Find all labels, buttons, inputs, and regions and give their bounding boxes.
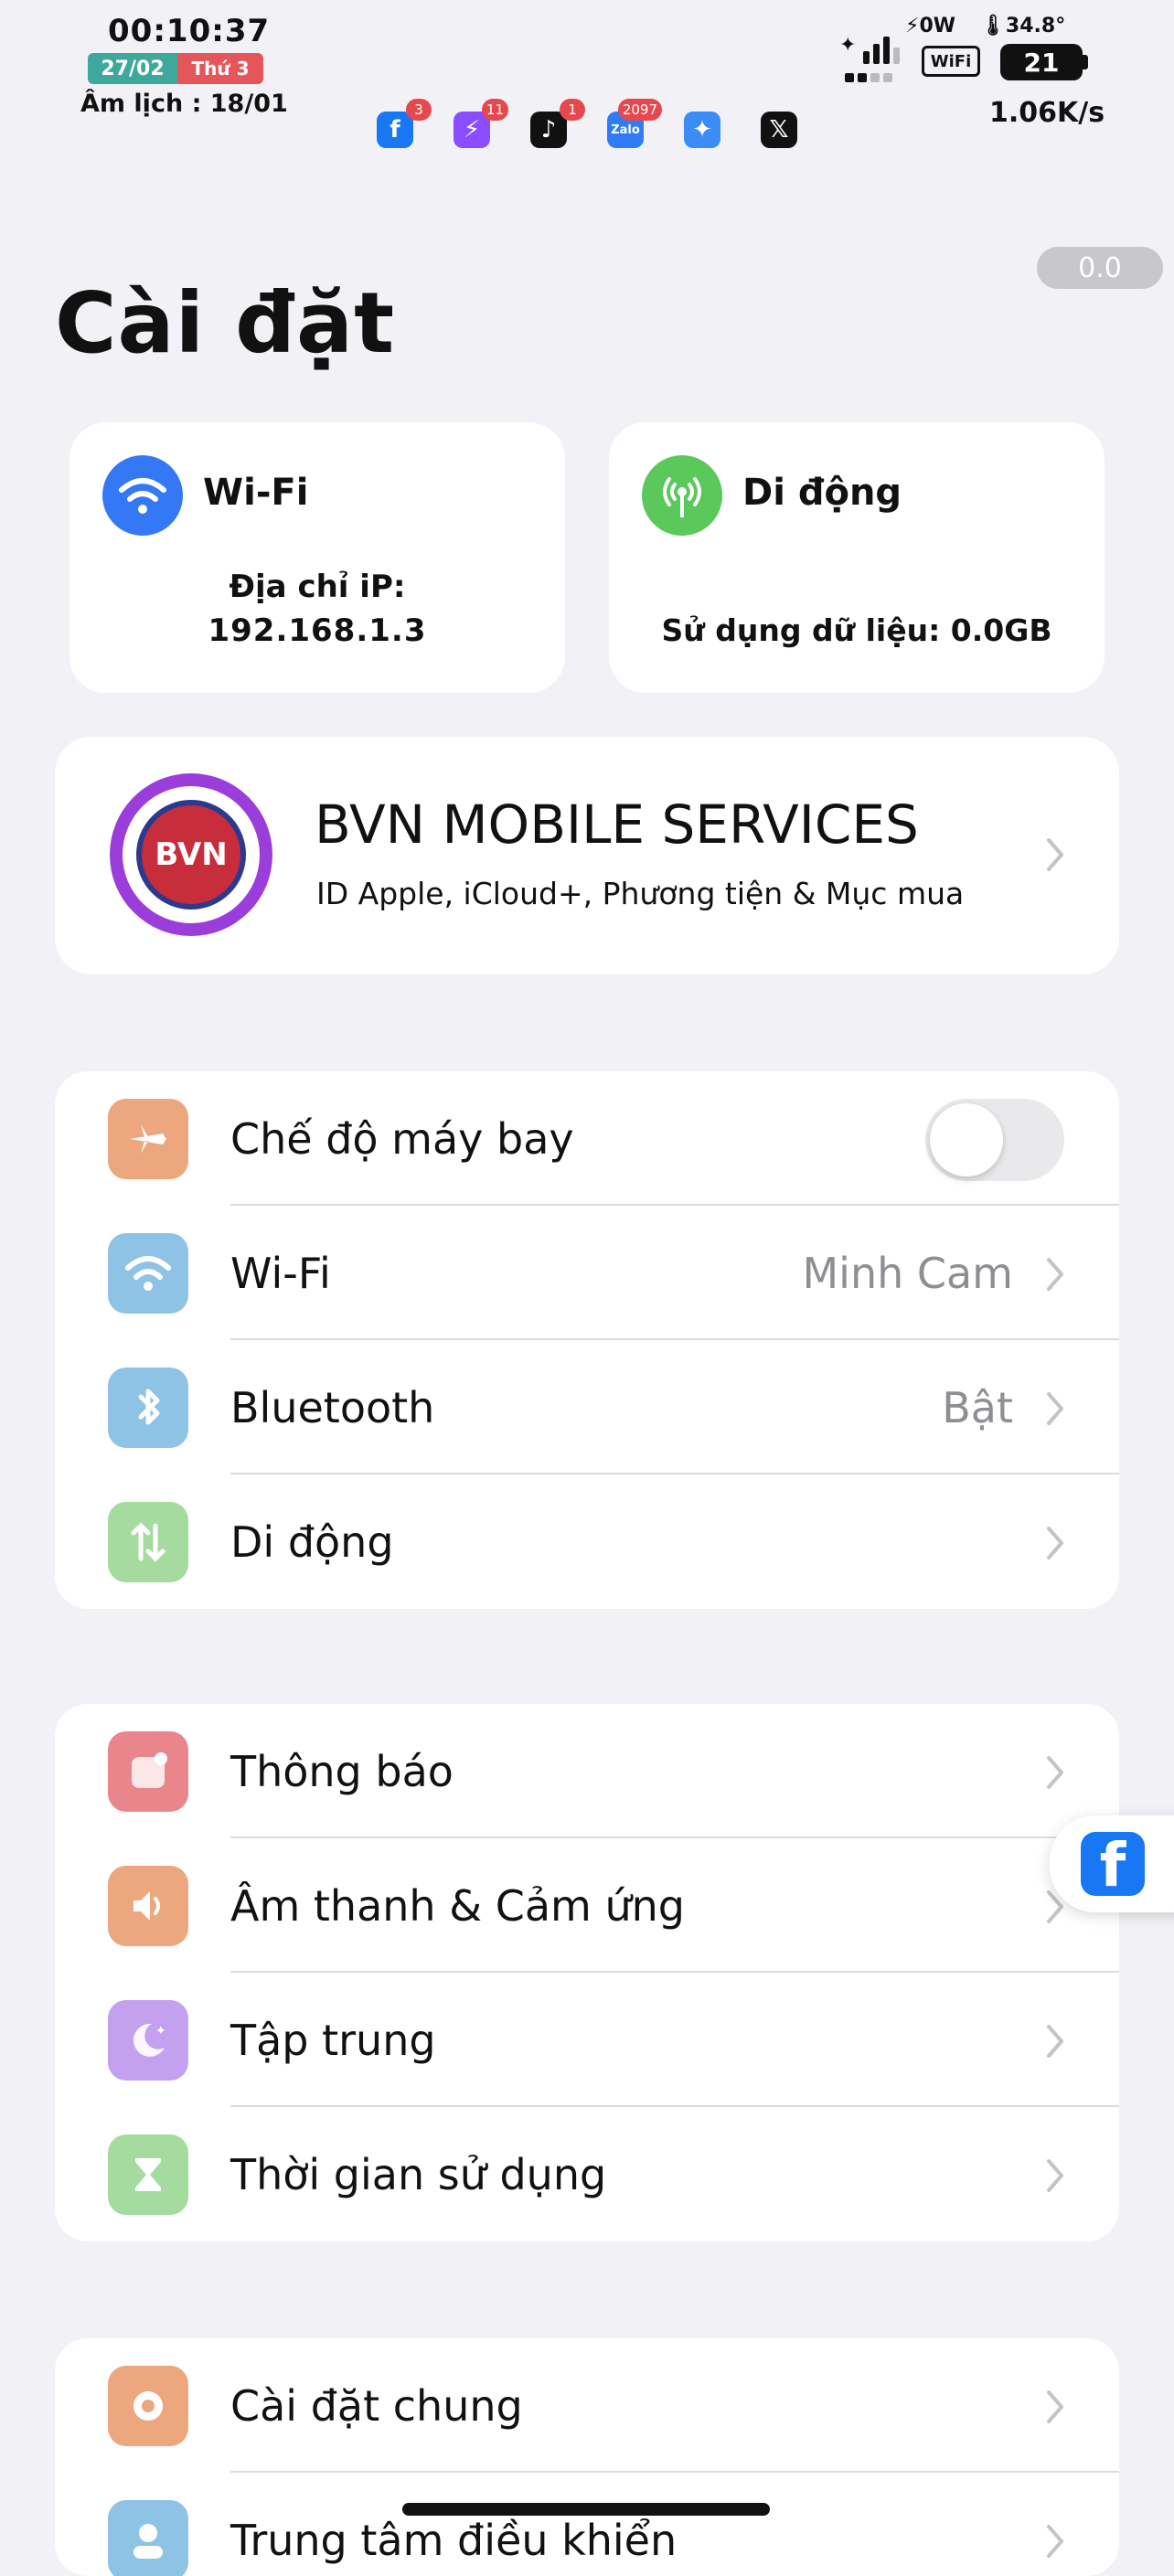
settings-row-label: Tập trung <box>230 2015 436 2065</box>
airplane-mode-toggle[interactable] <box>925 1099 1064 1181</box>
svg-text:✦: ✦ <box>839 34 856 57</box>
settings-row[interactable]: Trung tâm điều khiển <box>55 2473 1119 2576</box>
cellular-card-title: Di động <box>742 472 902 514</box>
connectivity-group: Chế độ máy bay Wi-Fi Minh Cam Bluetooth Bật D… <box>55 1071 1119 1609</box>
network-speed: 1.06K/s <box>989 97 1105 129</box>
wifi-icon <box>108 1233 188 1314</box>
bluetooth-icon <box>108 1368 188 1448</box>
settings-row[interactable]: ✦ Tập trung <box>55 1973 1119 2107</box>
floating-facebook-button[interactable]: f <box>1050 1815 1174 1912</box>
settings-row-label: Thời gian sử dụng <box>230 2149 607 2199</box>
toggle-knob <box>930 1103 1003 1176</box>
avatar: BVN <box>110 773 272 936</box>
airplane-icon <box>108 1099 188 1179</box>
settings-row[interactable]: Bluetooth Bật <box>55 1340 1119 1474</box>
control-center-icon <box>108 2500 188 2576</box>
settings-row-value: Minh Cam <box>802 1248 1013 1298</box>
settings-row[interactable]: Wi-Fi Minh Cam <box>55 1206 1119 1340</box>
wifi-card-title: Wi-Fi <box>203 472 309 514</box>
tiktok-icon-glyph: ♪ <box>530 112 567 148</box>
sound-icon <box>108 1866 188 1946</box>
settings-row-label: Chế độ máy bay <box>230 1113 574 1164</box>
cellular-icon <box>108 1502 188 1582</box>
profile-name: BVN MOBILE SERVICES <box>315 793 919 856</box>
settings-row[interactable]: Âm thanh & Cảm ứng <box>55 1838 1119 1973</box>
settings-row-label: Âm thanh & Cảm ứng <box>230 1880 685 1931</box>
tiktok-icon: ♪ 1 <box>530 99 585 148</box>
x-icon-glyph: 𝕏 <box>761 112 797 148</box>
settings-row-label: Thông báo <box>230 1746 454 1796</box>
notification-badge: 3 <box>406 99 432 121</box>
notification-icon <box>108 1731 188 1812</box>
ip-address: 192.168.1.3 <box>208 612 427 649</box>
chevron-right-icon <box>1046 1391 1064 1430</box>
wifi-status-badge: WiFi <box>922 46 980 77</box>
chevron-right-icon <box>1046 1755 1064 1794</box>
settings-row[interactable]: Cài đặt chung <box>55 2338 1119 2473</box>
chevron-right-icon <box>1046 1526 1064 1564</box>
settings-row[interactable]: Thời gian sử dụng <box>55 2107 1119 2241</box>
data-usage: Sử dụng dữ liệu: 0.0GB <box>661 612 1052 648</box>
antenna-icon <box>642 455 722 536</box>
safari-icon-glyph: ✦ <box>684 112 720 148</box>
power-readout: ⚡0W <box>905 15 956 37</box>
hourglass-icon <box>108 2134 188 2215</box>
notifications-group: Thông báo Âm thanh & Cảm ứng ✦ Tập trung Thờ… <box>55 1704 1119 2241</box>
profile-subtitle: ID Apple, iCloud+, Phương tiện & Mục mua <box>316 876 965 911</box>
x-icon: 𝕏 <box>761 112 797 148</box>
notification-badge: 1 <box>560 99 585 121</box>
settings-row[interactable]: Chế độ máy bay <box>55 1071 1119 1206</box>
settings-row-label: Trung tâm điều khiển <box>230 2515 678 2565</box>
weekday-badge: Thứ 3 <box>177 53 263 84</box>
zalo-icon: Zalo 2097 <box>607 99 662 148</box>
settings-row-label: Cài đặt chung <box>230 2380 523 2431</box>
chevron-right-icon <box>1046 2390 1064 2428</box>
settings-row[interactable]: Di động <box>55 1474 1119 1609</box>
facebook-icon-glyph: f <box>377 112 413 148</box>
settings-row-label: Bluetooth <box>230 1382 435 1432</box>
gear-icon <box>108 2366 188 2446</box>
status-time: 00:10:37 <box>108 13 271 49</box>
cellular-card[interactable]: Di động Sử dụng dữ liệu: 0.0GB <box>609 422 1105 693</box>
version-pill: 0.0 <box>1037 247 1163 289</box>
chevron-right-icon <box>1046 837 1064 876</box>
chevron-right-icon <box>1046 2024 1064 2062</box>
apple-id-card[interactable]: BVN BVN MOBILE SERVICES ID Apple, iCloud… <box>55 737 1119 974</box>
settings-row-label: Di động <box>230 1517 394 1567</box>
chevron-right-icon <box>1046 1257 1064 1295</box>
wifi-card[interactable]: Wi-Fi Địa chỉ iP: 192.168.1.3 <box>69 422 565 693</box>
home-indicator[interactable] <box>402 2503 770 2516</box>
ip-label: Địa chỉ iP: <box>229 569 406 605</box>
settings-row-value: Bật <box>942 1382 1013 1432</box>
moon-icon: ✦ <box>108 2000 188 2081</box>
battery-icon: 21 <box>1000 44 1083 80</box>
safari-icon: ✦ <box>684 112 720 148</box>
settings-row[interactable]: Thông báo <box>55 1704 1119 1838</box>
facebook-icon: f3 <box>377 99 432 148</box>
signal-icon: ✦ <box>839 31 903 91</box>
wifi-icon <box>102 455 183 536</box>
notification-badge: 2097 <box>617 99 662 121</box>
page-title: Cài đặt <box>55 274 396 372</box>
date-badge: 27/02 <box>88 53 177 84</box>
temperature-readout: 🌡34.8° <box>980 15 1066 37</box>
messenger-icon: ⚡ 11 <box>454 99 508 148</box>
chevron-right-icon <box>1046 2524 1064 2562</box>
notification-badge: 11 <box>481 99 508 121</box>
settings-row-label: Wi-Fi <box>230 1248 331 1298</box>
facebook-icon: f <box>1081 1832 1145 1896</box>
battery-tip <box>1083 55 1088 69</box>
chevron-right-icon <box>1046 2158 1064 2197</box>
bvn-logo: BVN <box>136 800 246 910</box>
general-group: Cài đặt chung Trung tâm điều khiển <box>55 2338 1119 2576</box>
svg-text:✦: ✦ <box>155 2024 166 2038</box>
lunar-date: Âm lịch : 18/01 <box>80 90 288 118</box>
